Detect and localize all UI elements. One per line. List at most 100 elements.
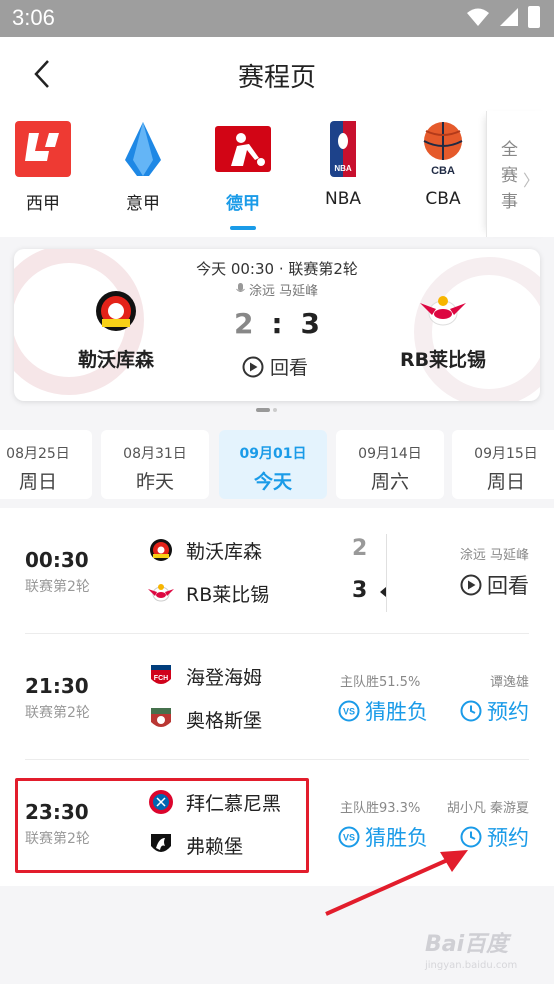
away-team: RB莱比锡 [148, 578, 269, 608]
featured-time-round: 今天 00:30 · 联赛第2轮 [196, 260, 358, 278]
carousel-dot-active [256, 408, 270, 412]
tab-label: NBA [324, 189, 361, 209]
home-team-name: 勒沃库森 [77, 349, 154, 371]
team-name: 海登海姆 [186, 666, 263, 689]
watermark-subtext: jingyan.baidu.com [425, 960, 518, 971]
svg-text:VS: VS [343, 833, 355, 843]
tab-label: 西甲 [26, 194, 60, 214]
play-circle-icon [460, 574, 482, 596]
weekday-label: 今天 [253, 471, 292, 493]
all-leagues-button[interactable]: 全赛事 〉 [486, 111, 554, 237]
page-title: 赛程页 [237, 63, 316, 93]
leverkusen-crest-icon [96, 291, 136, 331]
chevron-right-icon: 〉 [523, 171, 540, 190]
reserve-label: 预约 [487, 826, 529, 850]
reserve-label: 预约 [487, 700, 529, 724]
tab-bundesliga[interactable]: 德甲 [203, 119, 283, 230]
highlight-annotation-box [15, 778, 309, 873]
reserve-button[interactable]: 预约 [460, 696, 529, 726]
tab-label: 德甲 [226, 194, 260, 214]
status-time: 3:06 [12, 5, 55, 30]
away-score: 3 [352, 578, 368, 603]
nba-logo-icon: NBA [313, 119, 373, 179]
match-row[interactable]: 21:30 联赛第2轮 FCH 海登海姆 奥格斯堡 主队胜51.5% 谭逸雄 V… [0, 634, 554, 760]
away-team: 奥格斯堡 [148, 704, 262, 734]
home-win-odds: 主队胜51.5% [340, 675, 421, 690]
match-row[interactable]: 00:30 联赛第2轮 勒沃库森 RB莱比锡 2 3 涂远 马延峰 回看 [0, 508, 554, 634]
watermark-text: Bai百度 [425, 932, 509, 957]
serie-a-logo-icon [113, 119, 173, 179]
league-tabs: 西甲 意甲 德甲 NBA NBA CBA CBA 全赛事 〉 [0, 111, 554, 237]
rb-leipzig-crest-icon [148, 580, 174, 606]
play-circle-icon [242, 356, 264, 377]
vertical-divider [386, 534, 387, 612]
rb-leipzig-crest-icon [420, 296, 466, 326]
carousel-dot [273, 408, 277, 412]
carousel-indicator [256, 408, 277, 412]
date-tab[interactable]: 09月14日 周六 [336, 430, 444, 499]
away-score: 3 [300, 307, 320, 340]
away-team-name: RB莱比锡 [399, 349, 487, 371]
tab-serie-a[interactable]: 意甲 [103, 119, 183, 229]
date-selector: 08月25日 周日 08月31日 昨天 09月01日 今天 09月14日 周六 … [0, 430, 554, 500]
weekday-label: 昨天 [135, 471, 174, 493]
wifi-icon [467, 8, 489, 26]
tab-cba[interactable]: CBA CBA [403, 119, 483, 229]
clock-icon [460, 826, 482, 848]
date-tab[interactable]: 08月31日 昨天 [101, 430, 209, 499]
vs-circle-icon: VS [338, 700, 360, 722]
featured-match-card[interactable]: 今天 00:30 · 联赛第2轮 涂远 马延峰 勒沃库森 2 : 3 RB莱比锡… [14, 249, 540, 401]
all-leagues-label: 全赛事 [501, 140, 518, 212]
date-tab-active[interactable]: 09月01日 今天 [219, 430, 327, 499]
home-team: FCH 海登海姆 [148, 661, 262, 691]
featured-home-team: 勒沃库森 [66, 289, 166, 372]
match-round: 联赛第2轮 [25, 579, 90, 595]
svg-text:FCH: FCH [154, 675, 168, 682]
home-team: 勒沃库森 [148, 535, 262, 565]
weekday-label: 周日 [18, 471, 57, 493]
match-time: 00:30 [25, 548, 89, 572]
svg-text:CBA: CBA [431, 165, 455, 177]
date-label: 09月14日 [358, 446, 422, 462]
reserve-button[interactable]: 预约 [460, 822, 529, 852]
tab-nba[interactable]: NBA NBA [303, 119, 383, 229]
featured-away-team: RB莱比锡 [388, 289, 498, 372]
guess-button[interactable]: VS 猜胜负 [338, 696, 428, 726]
active-tab-indicator [230, 226, 256, 230]
home-score: 2 [352, 536, 368, 561]
match-round: 联赛第2轮 [25, 705, 90, 721]
guess-label: 猜胜负 [365, 700, 428, 724]
cba-logo-icon: CBA [413, 119, 473, 179]
svg-text:VS: VS [343, 707, 355, 717]
battery-icon [528, 6, 540, 28]
weekday-label: 周六 [370, 471, 409, 493]
microphone-icon [235, 283, 245, 292]
date-label: 09月01日 [239, 446, 307, 462]
tab-label: CBA [425, 189, 461, 209]
guess-button[interactable]: VS 猜胜负 [338, 822, 428, 852]
date-tab[interactable]: 08月25日 周日 [0, 430, 92, 499]
commentator-names: 涂远 马延峰 [249, 284, 319, 299]
app-header: 赛程页 [0, 37, 554, 111]
replay-label: 回看 [270, 357, 309, 379]
featured-replay-button[interactable]: 回看 [242, 353, 308, 380]
team-name: 奥格斯堡 [186, 709, 263, 732]
commentators: 胡小凡 秦游夏 [446, 801, 529, 816]
tab-laliga[interactable]: 西甲 [3, 119, 83, 229]
match-time: 21:30 [25, 674, 89, 698]
date-label: 09月15日 [474, 446, 538, 462]
bundesliga-logo-icon [213, 119, 273, 179]
date-tab[interactable]: 09月15日 周日 [452, 430, 554, 499]
date-label: 08月25日 [6, 446, 70, 462]
vs-circle-icon: VS [338, 826, 360, 848]
home-score: 2 [234, 307, 254, 340]
score-separator: : [271, 307, 283, 340]
commentators: 谭逸雄 [489, 675, 529, 690]
team-name: 勒沃库森 [186, 540, 263, 563]
clock-icon [460, 700, 482, 722]
featured-score: 2 : 3 [214, 307, 340, 340]
status-bar: 3:06 [0, 0, 554, 37]
status-icons [466, 6, 540, 28]
replay-button[interactable]: 回看 [460, 570, 529, 600]
home-win-odds: 主队胜93.3% [340, 801, 421, 816]
